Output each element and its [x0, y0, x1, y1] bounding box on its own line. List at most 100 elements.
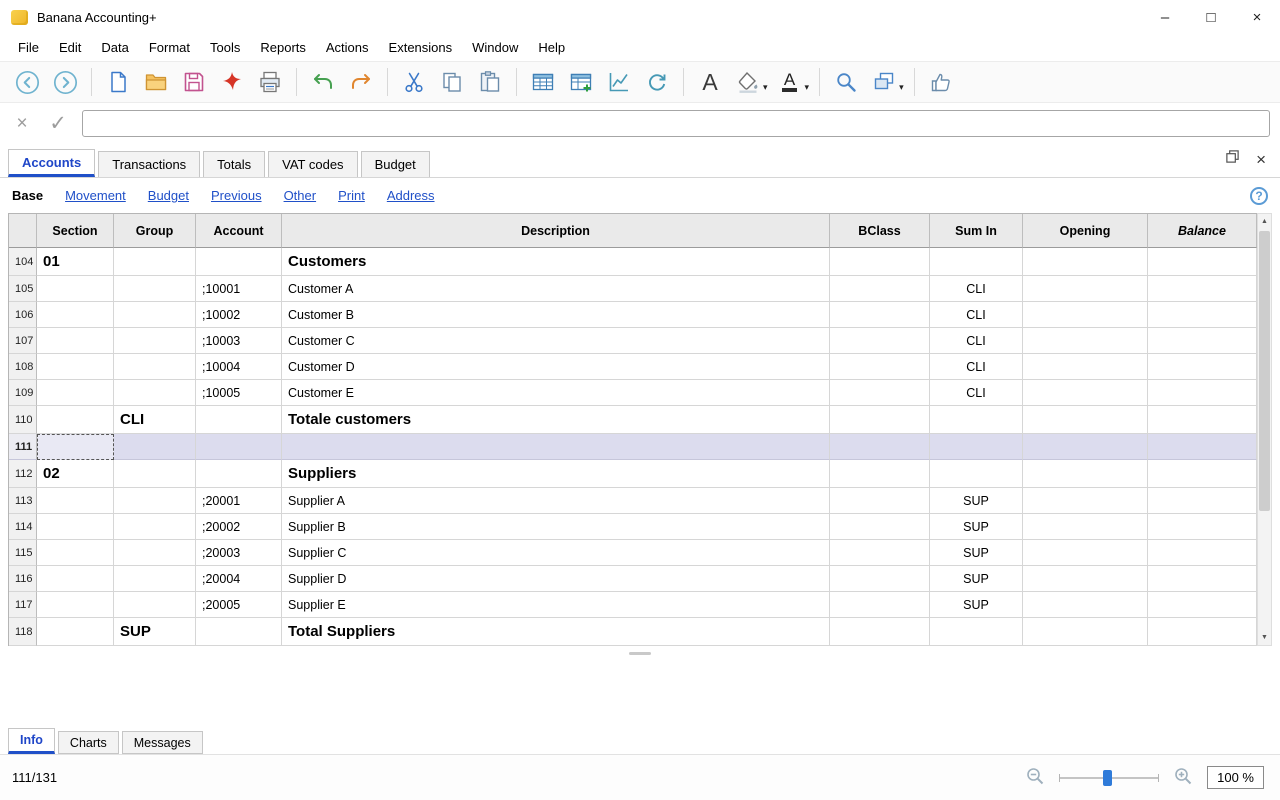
- cell-section[interactable]: [37, 328, 114, 354]
- paste-icon[interactable]: [472, 65, 508, 99]
- cell-bclass[interactable]: [830, 434, 930, 460]
- cell-description[interactable]: Total Suppliers: [282, 618, 830, 646]
- cell-section[interactable]: [37, 302, 114, 328]
- table-row[interactable]: 110 CLI Totale customers: [9, 406, 1257, 434]
- cell-opening[interactable]: [1023, 618, 1148, 646]
- cell-section[interactable]: [37, 540, 114, 566]
- table-row[interactable]: 111: [9, 434, 1257, 460]
- table-row[interactable]: 107 ;10003 Customer C CLI: [9, 328, 1257, 354]
- close-button[interactable]: ×: [1234, 0, 1280, 34]
- table-row[interactable]: 116 ;20004 Supplier D SUP: [9, 566, 1257, 592]
- row-number[interactable]: 108: [9, 354, 37, 380]
- cell-group[interactable]: [114, 328, 196, 354]
- cell-description[interactable]: Customer D: [282, 354, 830, 380]
- recalculate-icon[interactable]: [639, 65, 675, 99]
- row-number[interactable]: 109: [9, 380, 37, 406]
- cell-description[interactable]: Supplier D: [282, 566, 830, 592]
- cell-section[interactable]: [37, 354, 114, 380]
- cell-balance[interactable]: [1148, 248, 1257, 276]
- cell-sum-in[interactable]: SUP: [930, 514, 1023, 540]
- cell-group[interactable]: [114, 380, 196, 406]
- minimize-button[interactable]: –: [1142, 0, 1188, 34]
- tab-charts[interactable]: Charts: [57, 731, 119, 754]
- cell-account[interactable]: ;10001: [196, 276, 282, 302]
- cell-opening[interactable]: [1023, 276, 1148, 302]
- cell-balance[interactable]: [1148, 328, 1257, 354]
- dropdown-arrow-icon[interactable]: ▾: [899, 82, 904, 93]
- row-number[interactable]: 118: [9, 618, 37, 646]
- row-number[interactable]: 113: [9, 488, 37, 514]
- maximize-button[interactable]: □: [1188, 0, 1234, 34]
- cell-sum-in[interactable]: SUP: [930, 566, 1023, 592]
- cell-opening[interactable]: [1023, 248, 1148, 276]
- row-number[interactable]: 112: [9, 460, 37, 488]
- cell-sum-in[interactable]: CLI: [930, 328, 1023, 354]
- table-row[interactable]: 118 SUP Total Suppliers: [9, 618, 1257, 646]
- table-row[interactable]: 104 01 Customers: [9, 248, 1257, 276]
- cell-sum-in[interactable]: CLI: [930, 380, 1023, 406]
- cell-account[interactable]: ;10002: [196, 302, 282, 328]
- cell-sum-in[interactable]: [930, 460, 1023, 488]
- column-header-sum-in[interactable]: Sum In: [930, 214, 1023, 248]
- cell-balance[interactable]: [1148, 514, 1257, 540]
- cell-bclass[interactable]: [830, 460, 930, 488]
- cell-group[interactable]: [114, 302, 196, 328]
- menu-tools[interactable]: Tools: [200, 36, 250, 59]
- row-number[interactable]: 110: [9, 406, 37, 434]
- cell-description[interactable]: Supplier C: [282, 540, 830, 566]
- row-number[interactable]: 117: [9, 592, 37, 618]
- cell-group[interactable]: SUP: [114, 618, 196, 646]
- cell-opening[interactable]: [1023, 328, 1148, 354]
- view-budget[interactable]: Budget: [148, 188, 189, 203]
- tab-totals[interactable]: Totals: [203, 151, 266, 177]
- cell-section[interactable]: [37, 514, 114, 540]
- column-header-opening[interactable]: Opening: [1023, 214, 1148, 248]
- table-row[interactable]: 114 ;20002 Supplier B SUP: [9, 514, 1257, 540]
- text-color-icon[interactable]: A: [772, 65, 808, 99]
- cell-bclass[interactable]: [830, 276, 930, 302]
- cell-bclass[interactable]: [830, 328, 930, 354]
- cell-opening[interactable]: [1023, 514, 1148, 540]
- window-arrange-icon[interactable]: [866, 65, 902, 99]
- table-row[interactable]: 106 ;10002 Customer B CLI: [9, 302, 1257, 328]
- cell-sum-in[interactable]: CLI: [930, 302, 1023, 328]
- cell-group[interactable]: [114, 354, 196, 380]
- cell-account[interactable]: [196, 406, 282, 434]
- view-previous[interactable]: Previous: [211, 188, 262, 203]
- cell-opening[interactable]: [1023, 566, 1148, 592]
- row-number[interactable]: 111: [9, 434, 37, 460]
- tab-messages[interactable]: Messages: [121, 731, 203, 754]
- menu-window[interactable]: Window: [462, 36, 528, 59]
- cell-section[interactable]: [37, 380, 114, 406]
- row-number[interactable]: 105: [9, 276, 37, 302]
- cell-group[interactable]: [114, 434, 196, 460]
- row-number[interactable]: 115: [9, 540, 37, 566]
- insert-table-rows-icon[interactable]: [525, 65, 561, 99]
- cell-bclass[interactable]: [830, 514, 930, 540]
- save-icon[interactable]: [176, 65, 212, 99]
- view-print[interactable]: Print: [338, 188, 365, 203]
- cell-bclass[interactable]: [830, 592, 930, 618]
- table-row[interactable]: 108 ;10004 Customer D CLI: [9, 354, 1257, 380]
- row-number[interactable]: 116: [9, 566, 37, 592]
- cell-bclass[interactable]: [830, 488, 930, 514]
- cell-description[interactable]: Customers: [282, 248, 830, 276]
- cell-account[interactable]: [196, 248, 282, 276]
- cell-opening[interactable]: [1023, 488, 1148, 514]
- cell-sum-in[interactable]: SUP: [930, 488, 1023, 514]
- detach-window-icon[interactable]: [1225, 149, 1240, 169]
- tab-budget[interactable]: Budget: [360, 151, 430, 177]
- cell-bclass[interactable]: [830, 618, 930, 646]
- cell-bclass[interactable]: [830, 406, 930, 434]
- cell-group[interactable]: CLI: [114, 406, 196, 434]
- cell-section[interactable]: 01: [37, 248, 114, 276]
- zoom-level[interactable]: 100 %: [1207, 766, 1264, 789]
- row-number[interactable]: 107: [9, 328, 37, 354]
- cell-description[interactable]: [282, 434, 830, 460]
- forward-icon[interactable]: [47, 65, 83, 99]
- cell-account[interactable]: ;10004: [196, 354, 282, 380]
- cell-section[interactable]: [37, 592, 114, 618]
- cell-account[interactable]: [196, 460, 282, 488]
- table-row[interactable]: 113 ;20001 Supplier A SUP: [9, 488, 1257, 514]
- copy-icon[interactable]: [434, 65, 470, 99]
